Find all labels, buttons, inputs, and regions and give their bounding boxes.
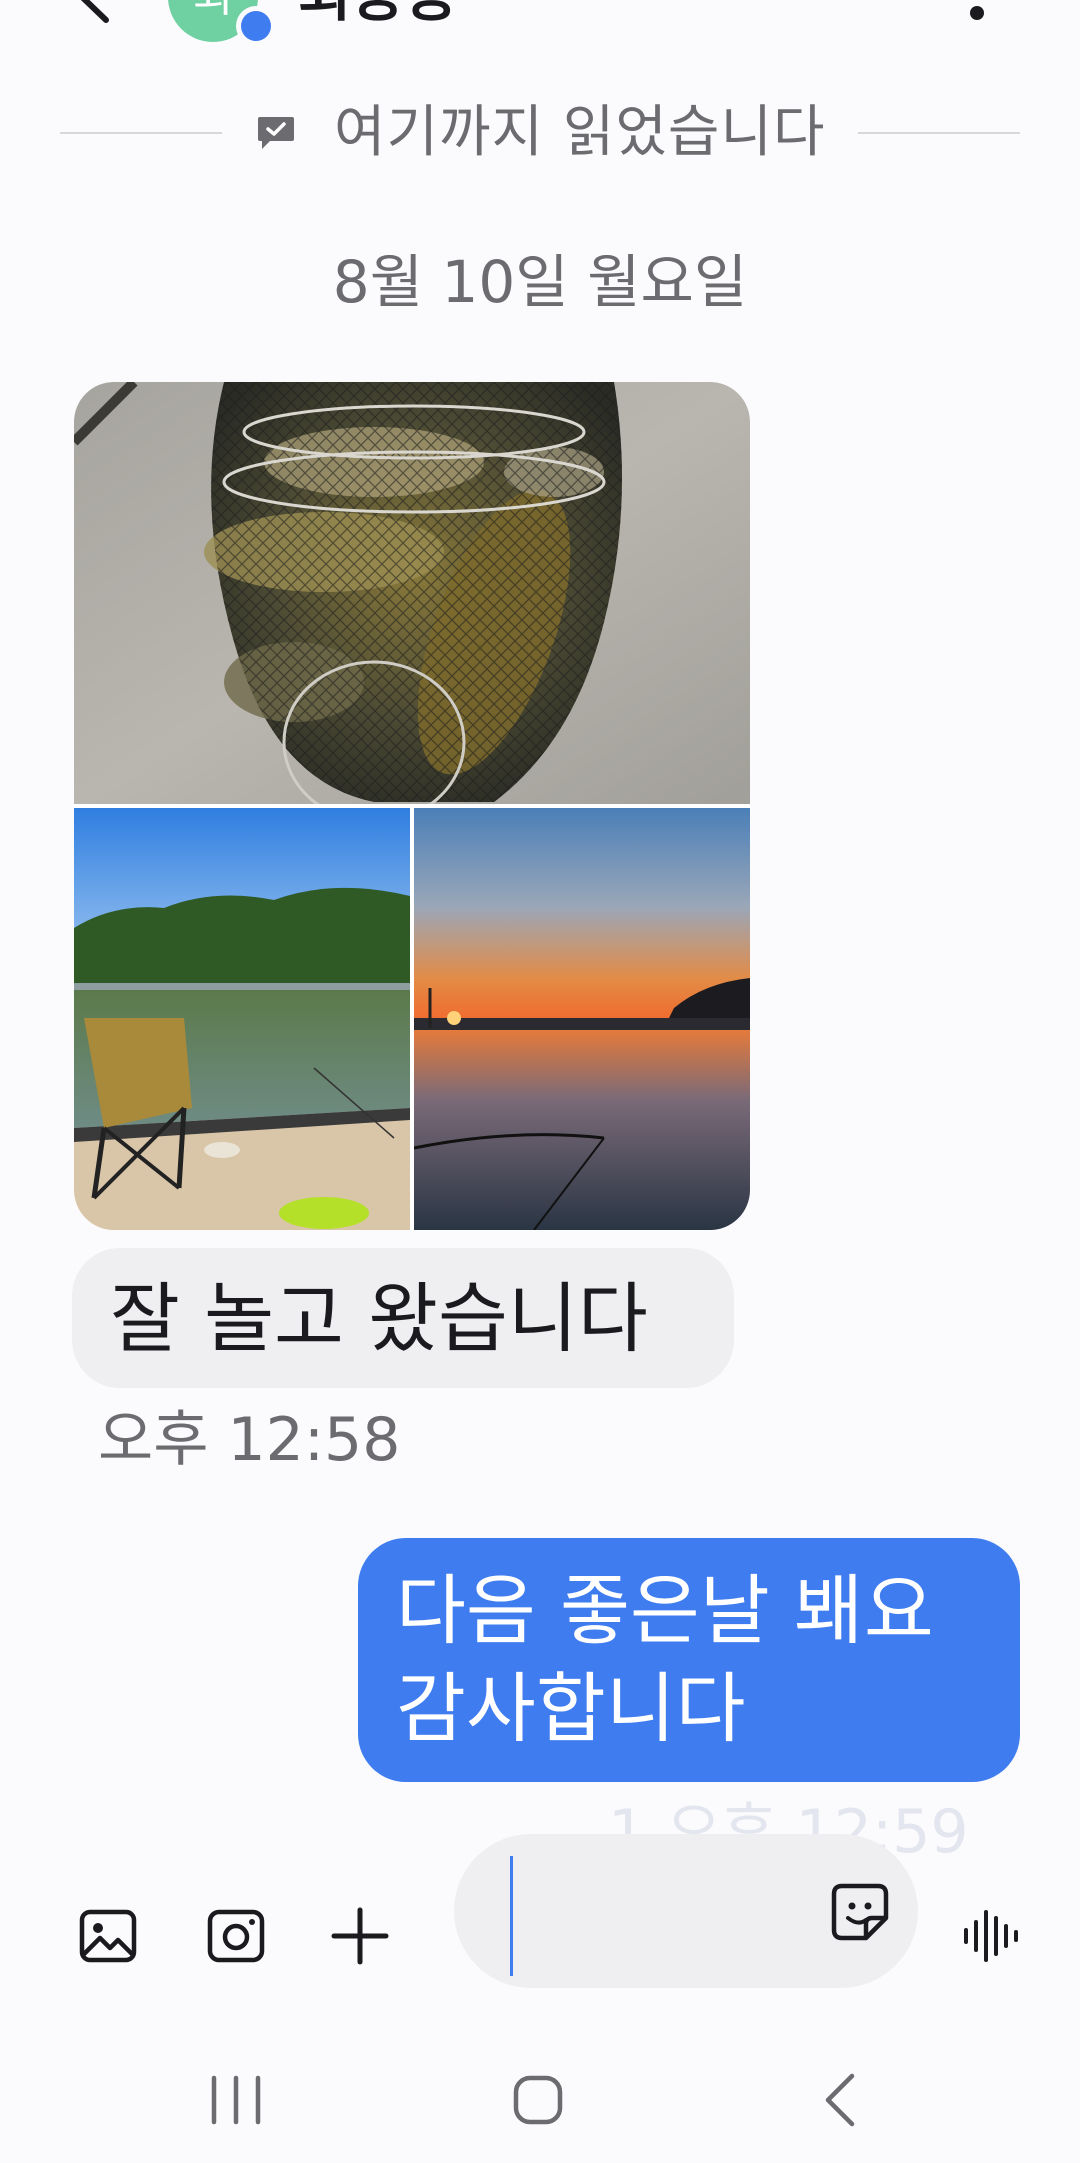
camera-icon[interactable]	[204, 1904, 268, 1968]
read-divider-label: 여기까지 읽었습니다	[334, 100, 826, 165]
chat-header: 최 최웅용	[0, 0, 1080, 60]
date-separator: 8월 10일 월요일	[332, 248, 748, 316]
message-input-bar	[0, 1828, 1080, 2048]
outgoing-message-bubble[interactable]: 다음 좋은날 봬요 감사합니다	[358, 1538, 1020, 1782]
avatar-initial: 최	[193, 0, 233, 22]
message-check-icon	[258, 117, 294, 149]
emoji-sticker-icon[interactable]	[828, 1880, 892, 1944]
system-nav-bar	[0, 2048, 1080, 2163]
more-vertical-icon[interactable]	[970, 6, 984, 20]
recents-icon[interactable]	[196, 2068, 276, 2132]
avatar-badge	[236, 6, 276, 46]
home-icon[interactable]	[498, 2068, 578, 2132]
message-text: 잘 놀고 왔습니다	[110, 1274, 648, 1363]
message-text: 다음 좋은날 봬요 감사합니다	[396, 1562, 934, 1758]
message-line: 다음 좋은날 봬요	[396, 1566, 934, 1655]
fish-net-photo[interactable]	[74, 382, 750, 804]
message-timestamp: 오후 12:58	[98, 1405, 401, 1475]
divider-line	[60, 132, 222, 134]
text-cursor	[510, 1856, 513, 1976]
contact-name[interactable]: 최웅용	[298, 0, 458, 30]
message-line: 감사합니다	[396, 1664, 746, 1753]
incoming-message-bubble[interactable]: 잘 놀고 왔습니다	[72, 1248, 734, 1388]
divider-line	[858, 132, 1020, 134]
message-input[interactable]	[454, 1834, 918, 1988]
photo-collage[interactable]	[74, 382, 750, 1230]
back-icon[interactable]	[800, 2068, 880, 2132]
gallery-icon[interactable]	[76, 1904, 140, 1968]
sunset-photo[interactable]	[414, 808, 750, 1230]
chat-screen: 최 최웅용 여기까지 읽었습니다 8월 10일 월요일	[0, 0, 1080, 2163]
lake-chair-photo[interactable]	[74, 808, 410, 1230]
voice-wave-icon[interactable]	[960, 1904, 1024, 1968]
back-button[interactable]	[58, 0, 128, 30]
plus-icon[interactable]	[328, 1904, 392, 1968]
read-divider: 여기까지 읽었습니다	[60, 95, 1020, 171]
back-arrow-icon	[80, 0, 109, 23]
